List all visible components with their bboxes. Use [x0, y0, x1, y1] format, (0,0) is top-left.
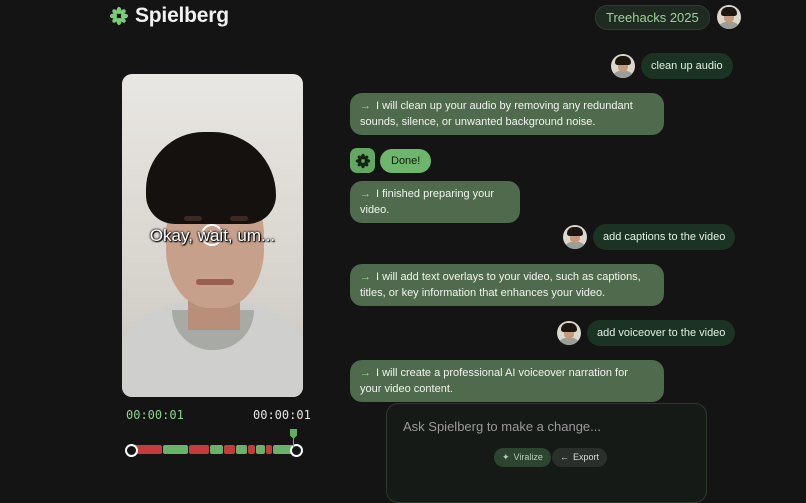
user-message-text: add captions to the video [593, 224, 736, 250]
viralize-button[interactable]: ✦ Viralize [494, 448, 551, 467]
arrow-right-icon: → [360, 100, 371, 112]
assistant-avatar [350, 148, 375, 173]
app-header: Spielberg Treehacks 2025 [0, 0, 806, 34]
timeline-segment-kept[interactable] [163, 445, 188, 454]
video-timeline[interactable] [125, 428, 303, 458]
prompt-input[interactable] [403, 416, 693, 436]
assistant-message: → I will add text overlays to your video,… [350, 264, 664, 306]
event-badge: Treehacks 2025 [595, 5, 710, 30]
timeline-segment-removed[interactable] [266, 445, 272, 454]
export-label: Export [573, 452, 600, 462]
arrow-left-icon: ← [560, 452, 569, 462]
assistant-message: → I will create a professional AI voiceov… [350, 360, 664, 402]
user-message-text: clean up audio [641, 53, 733, 79]
arrow-right-icon: → [360, 271, 371, 283]
user-avatar [563, 225, 587, 249]
asterisk-flower-icon [109, 6, 129, 26]
timeline-end-handle[interactable] [290, 444, 303, 457]
asterisk-flower-icon [355, 153, 370, 168]
app-name: Spielberg [135, 4, 229, 27]
timeline-segment-kept[interactable] [236, 445, 247, 454]
viralize-label: Viralize [513, 452, 543, 462]
assistant-message-text: I will add text overlays to your video, … [360, 271, 641, 299]
timeline-segment-removed[interactable] [224, 445, 235, 454]
user-avatar[interactable] [717, 5, 741, 29]
user-message: add captions to the video [563, 224, 736, 250]
timeline-segment-kept[interactable] [210, 445, 223, 454]
timeline-start-handle[interactable] [125, 444, 138, 457]
timeline-segment-removed[interactable] [189, 445, 209, 454]
user-message: add voiceover to the video [557, 320, 736, 346]
total-time: 00:00:01 [253, 408, 311, 422]
user-message-text: add voiceover to the video [587, 320, 736, 346]
assistant-message-text: I finished preparing your video. [360, 188, 495, 216]
app-logo[interactable]: Spielberg [109, 4, 229, 28]
status-pill: Done! [380, 149, 432, 173]
arrow-right-icon: → [360, 367, 371, 379]
playhead-marker-icon[interactable] [290, 429, 297, 439]
timeline-segment-removed[interactable] [248, 445, 255, 454]
current-time: 00:00:01 [126, 408, 184, 422]
user-avatar [557, 321, 581, 345]
video-preview[interactable]: Okay, wait, um... [122, 74, 303, 397]
arrow-right-icon: → [360, 188, 371, 200]
assistant-message: → I will clean up your audio by removing … [350, 93, 664, 135]
user-avatar [611, 54, 635, 78]
video-caption: Okay, wait, um... [149, 226, 276, 245]
prompt-panel: ✦ Viralize ← Export [386, 403, 707, 503]
sparkle-icon: ✦ [502, 452, 510, 462]
export-button[interactable]: ← Export [552, 448, 608, 467]
assistant-message-text: I will clean up your audio by removing a… [360, 100, 633, 128]
assistant-message: → I finished preparing your video. [350, 181, 520, 223]
assistant-message-text: I will create a professional AI voiceove… [360, 367, 628, 395]
user-message: clean up audio [611, 53, 733, 79]
timeline-segment-kept[interactable] [256, 445, 265, 454]
